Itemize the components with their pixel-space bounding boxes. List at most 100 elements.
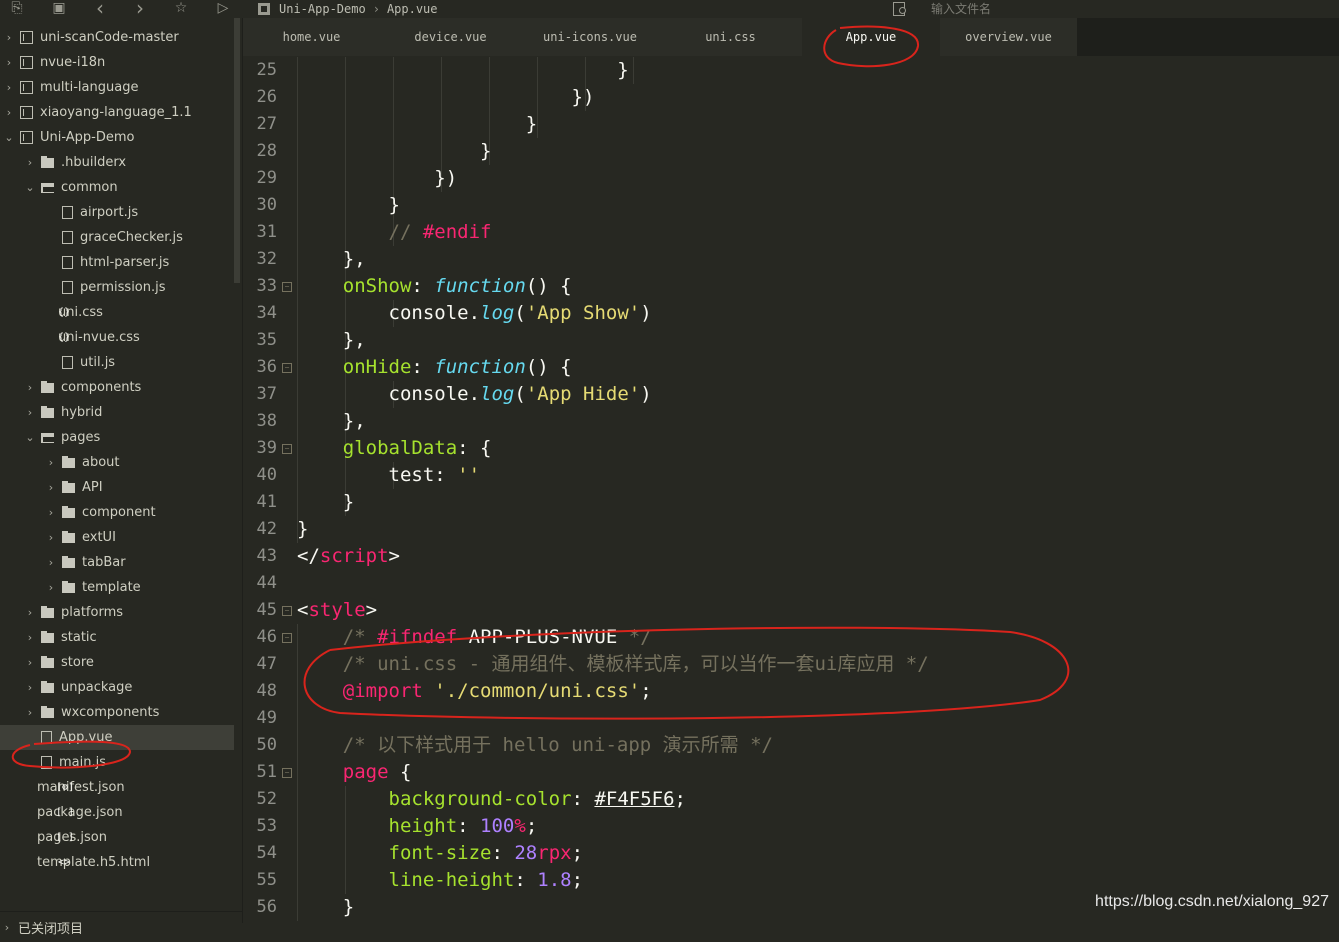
code-text[interactable]: <style>	[297, 597, 377, 624]
tree-item[interactable]: › .hbuilderx	[0, 150, 234, 175]
code-text[interactable]: })	[297, 165, 457, 192]
code-text[interactable]: }	[297, 138, 491, 165]
tree-item[interactable]: airport.js	[0, 200, 234, 225]
tree-item[interactable]: › static	[0, 625, 234, 650]
code-text[interactable]: }	[297, 192, 400, 219]
code-text[interactable]: @import './common/uni.css';	[297, 678, 652, 705]
code-text[interactable]: }	[297, 516, 308, 543]
closed-projects[interactable]: › 已关闭项目	[0, 911, 242, 942]
chevron-right-icon[interactable]: ›	[23, 156, 37, 169]
tree-item[interactable]: › component	[0, 500, 234, 525]
code-text[interactable]: },	[297, 327, 366, 354]
forward-icon[interactable]: ›	[131, 0, 149, 18]
tree-item[interactable]: ⌄ Uni-App-Demo	[0, 125, 234, 150]
chevron-down-icon[interactable]: ⌄	[23, 431, 37, 444]
code-text[interactable]: }	[297, 489, 354, 516]
breadcrumb-project[interactable]: Uni-App-Demo	[279, 2, 366, 16]
save-icon[interactable]: ▣	[50, 0, 68, 18]
chevron-right-icon[interactable]: ›	[2, 31, 16, 44]
code-text[interactable]: onShow: function() {	[297, 273, 572, 300]
search-input[interactable]	[931, 1, 1291, 17]
tab-uni-icons-vue[interactable]: uni-icons.vue	[521, 18, 660, 56]
tree-item[interactable]: › unpackage	[0, 675, 234, 700]
tree-item[interactable]: › platforms	[0, 600, 234, 625]
tree-item[interactable]: ⌄ pages	[0, 425, 234, 450]
tree-item[interactable]: › template	[0, 575, 234, 600]
chevron-right-icon[interactable]: ›	[44, 581, 58, 594]
tree-item[interactable]: ⌄ common	[0, 175, 234, 200]
chevron-right-icon[interactable]: ›	[23, 706, 37, 719]
fold-toggle-icon[interactable]: −	[282, 444, 292, 454]
tree-item[interactable]: › about	[0, 450, 234, 475]
fold-toggle-icon[interactable]: −	[282, 606, 292, 616]
tree-item[interactable]: › extUI	[0, 525, 234, 550]
tree-item[interactable]: › xiaoyang-language_1.1	[0, 100, 234, 125]
tree-item[interactable]: › multi-language	[0, 75, 234, 100]
chevron-right-icon[interactable]: ›	[23, 381, 37, 394]
fold-toggle-icon[interactable]: −	[282, 633, 292, 643]
chevron-down-icon[interactable]: ⌄	[2, 131, 16, 144]
code-text[interactable]: font-size: 28rpx;	[297, 840, 584, 867]
chevron-right-icon[interactable]: ›	[2, 106, 16, 119]
breadcrumb-file[interactable]: App.vue	[387, 2, 438, 16]
code-text[interactable]: }	[297, 111, 537, 138]
code-text[interactable]: /* #ifndef APP-PLUS-NVUE */	[297, 624, 652, 651]
code-text[interactable]: /* 以下样式用于 hello uni-app 演示所需 */	[297, 732, 773, 759]
tree-item[interactable]: › hybrid	[0, 400, 234, 425]
tree-item[interactable]: › uni-scanCode-master	[0, 25, 234, 50]
tab-App-vue[interactable]: App.vue	[802, 18, 941, 56]
run-icon[interactable]: ▷	[214, 0, 232, 18]
code-text[interactable]: background-color: #F4F5F6;	[297, 786, 686, 813]
tree-item[interactable]: {} uni-nvue.css	[0, 325, 234, 350]
fold-toggle-icon[interactable]: −	[282, 768, 292, 778]
code-text[interactable]: globalData: {	[297, 435, 492, 462]
tab-uni-css[interactable]: uni.css	[659, 18, 803, 56]
code-text[interactable]: height: 100%;	[297, 813, 538, 840]
chevron-right-icon[interactable]: ›	[2, 81, 16, 94]
tree-item[interactable]: › components	[0, 375, 234, 400]
tree-item[interactable]: {} uni.css	[0, 300, 234, 325]
chevron-right-icon[interactable]: ›	[44, 556, 58, 569]
code-text[interactable]: test: ''	[297, 462, 481, 489]
code-text[interactable]: },	[297, 408, 366, 435]
code-text[interactable]: onHide: function() {	[297, 354, 572, 381]
code-text[interactable]: line-height: 1.8;	[297, 867, 584, 894]
tree-item[interactable]: <> template.h5.html	[0, 850, 234, 875]
tree-item[interactable]: permission.js	[0, 275, 234, 300]
tree-item[interactable]: [⚙] manifest.json	[0, 775, 234, 800]
tree-item[interactable]: [ ] pages.json	[0, 825, 234, 850]
chevron-right-icon[interactable]: ›	[23, 606, 37, 619]
code-text[interactable]: }	[297, 57, 628, 84]
back-icon[interactable]: ‹	[91, 0, 109, 18]
star-icon[interactable]: ☆	[172, 0, 190, 18]
chevron-right-icon[interactable]: ›	[44, 481, 58, 494]
tab-overview-vue[interactable]: overview.vue	[940, 18, 1078, 56]
chevron-right-icon[interactable]: ›	[23, 681, 37, 694]
chevron-right-icon[interactable]: ›	[23, 656, 37, 669]
code-text[interactable]: console.log('App Show')	[297, 300, 652, 327]
tree-item[interactable]: › store	[0, 650, 234, 675]
chevron-right-icon[interactable]: ›	[44, 531, 58, 544]
chevron-right-icon[interactable]: ›	[44, 456, 58, 469]
tree-item[interactable]: main.js	[0, 750, 234, 775]
code-text[interactable]: console.log('App Hide')	[297, 381, 652, 408]
tree-item[interactable]: App.vue	[0, 725, 234, 750]
code-text[interactable]: }	[297, 894, 354, 921]
tree-item[interactable]: util.js	[0, 350, 234, 375]
chevron-down-icon[interactable]: ⌄	[23, 181, 37, 194]
code-text[interactable]: page {	[297, 759, 412, 786]
chevron-right-icon[interactable]: ›	[2, 56, 16, 69]
tab-home-vue[interactable]: home.vue	[243, 18, 381, 56]
chevron-right-icon[interactable]: ›	[23, 631, 37, 644]
tree-item[interactable]: › API	[0, 475, 234, 500]
sidebar-scrollbar[interactable]	[234, 18, 240, 283]
tree-item[interactable]: html-parser.js	[0, 250, 234, 275]
code-text[interactable]: })	[297, 84, 595, 111]
fold-toggle-icon[interactable]: −	[282, 282, 292, 292]
tree-item[interactable]: › tabBar	[0, 550, 234, 575]
code-editor[interactable]: 25 } 26 }) 27 } 28 } 29 }) 30 } 31 // #endif 32…	[243, 56, 1339, 923]
code-text[interactable]: },	[297, 246, 366, 273]
tree-item[interactable]: graceChecker.js	[0, 225, 234, 250]
tab-device-vue[interactable]: device.vue	[380, 18, 522, 56]
code-text[interactable]: /* uni.css - 通用组件、模板样式库，可以当作一套ui库应用 */	[297, 651, 929, 678]
